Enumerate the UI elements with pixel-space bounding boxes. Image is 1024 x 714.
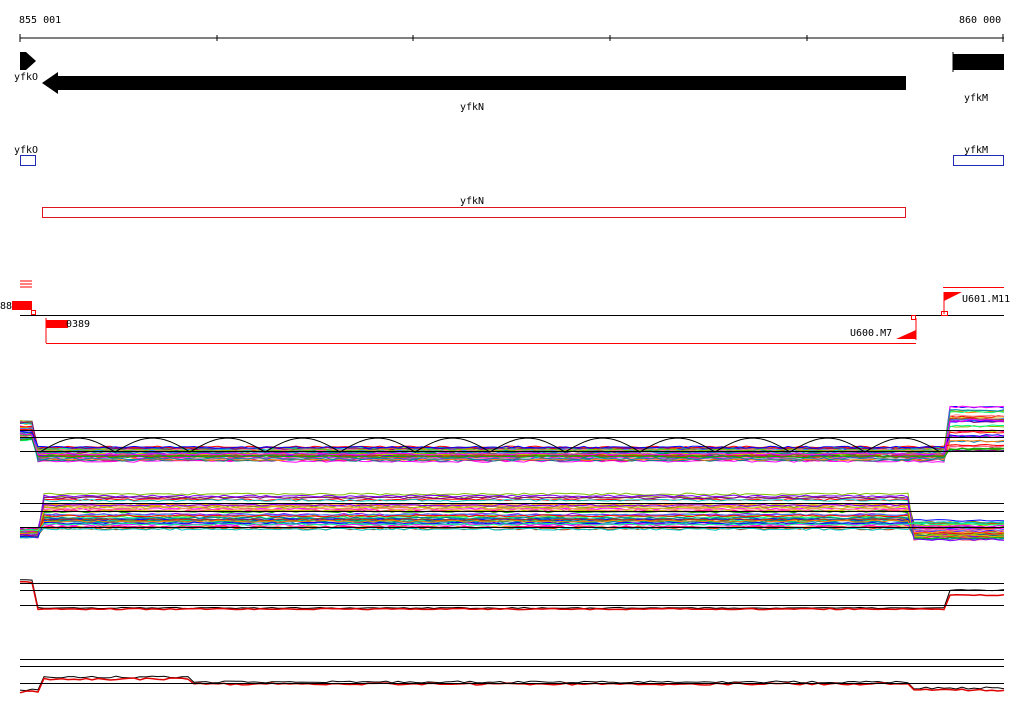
genome-browser-view: 855 001 860 000 yfkO yfkN yfkM yfkO yfkM… (0, 15, 1010, 694)
feature-track: 88 0389 U600.M7 U601.M11 (0, 280, 1010, 344)
gene-label-yfkN: yfkN (460, 102, 484, 113)
feature-flag-U600[interactable] (896, 330, 916, 339)
feature-flag-U601[interactable] (944, 292, 962, 301)
feature-label-U601: U601.M11 (962, 294, 1010, 305)
ruler-start-label: 855 001 (19, 15, 61, 26)
annotation-box-yfkN[interactable] (42, 207, 906, 218)
gene-arrow-yfkO[interactable] (20, 52, 36, 70)
expression-track-4 (19, 659, 1005, 694)
expression-profile (19, 416, 1005, 450)
box-label-yfkO: yfkO (14, 145, 38, 156)
expression-track-2 (19, 492, 1005, 542)
gene-label-yfkM: yfkM (964, 93, 988, 104)
expression-track-3 (19, 579, 1005, 611)
annotation-track: yfkO yfkM yfkN (14, 145, 1004, 218)
gene-arrow-yfkM[interactable] (953, 54, 1004, 70)
expression-profile (19, 677, 1005, 694)
gene-track: yfkO yfkN yfkM (14, 52, 1004, 113)
feature-block-0389[interactable] (46, 320, 68, 328)
feature-label-U600: U600.M7 (850, 328, 892, 339)
ruler-end-label: 860 000 (959, 15, 1001, 26)
box-label-yfkN: yfkN (460, 196, 484, 207)
expression-track-1 (19, 405, 1005, 463)
annotation-box-yfkM[interactable] (953, 155, 1004, 166)
feature-label-0389: 0389 (66, 319, 90, 330)
expression-profile (20, 579, 1005, 610)
expression-profile (19, 428, 1005, 449)
gene-label-yfkO: yfkO (14, 72, 38, 83)
expression-profile (19, 418, 1005, 451)
annotation-box-yfkO[interactable] (20, 155, 36, 166)
coordinate-ruler: 855 001 860 000 (19, 15, 1004, 42)
box-label-yfkM: yfkM (964, 145, 988, 156)
expression-profile (19, 405, 1005, 452)
gene-arrow-yfkN[interactable] (42, 72, 906, 94)
feature-label-left: 88 (0, 301, 12, 312)
feature-block-left[interactable] (12, 301, 32, 310)
